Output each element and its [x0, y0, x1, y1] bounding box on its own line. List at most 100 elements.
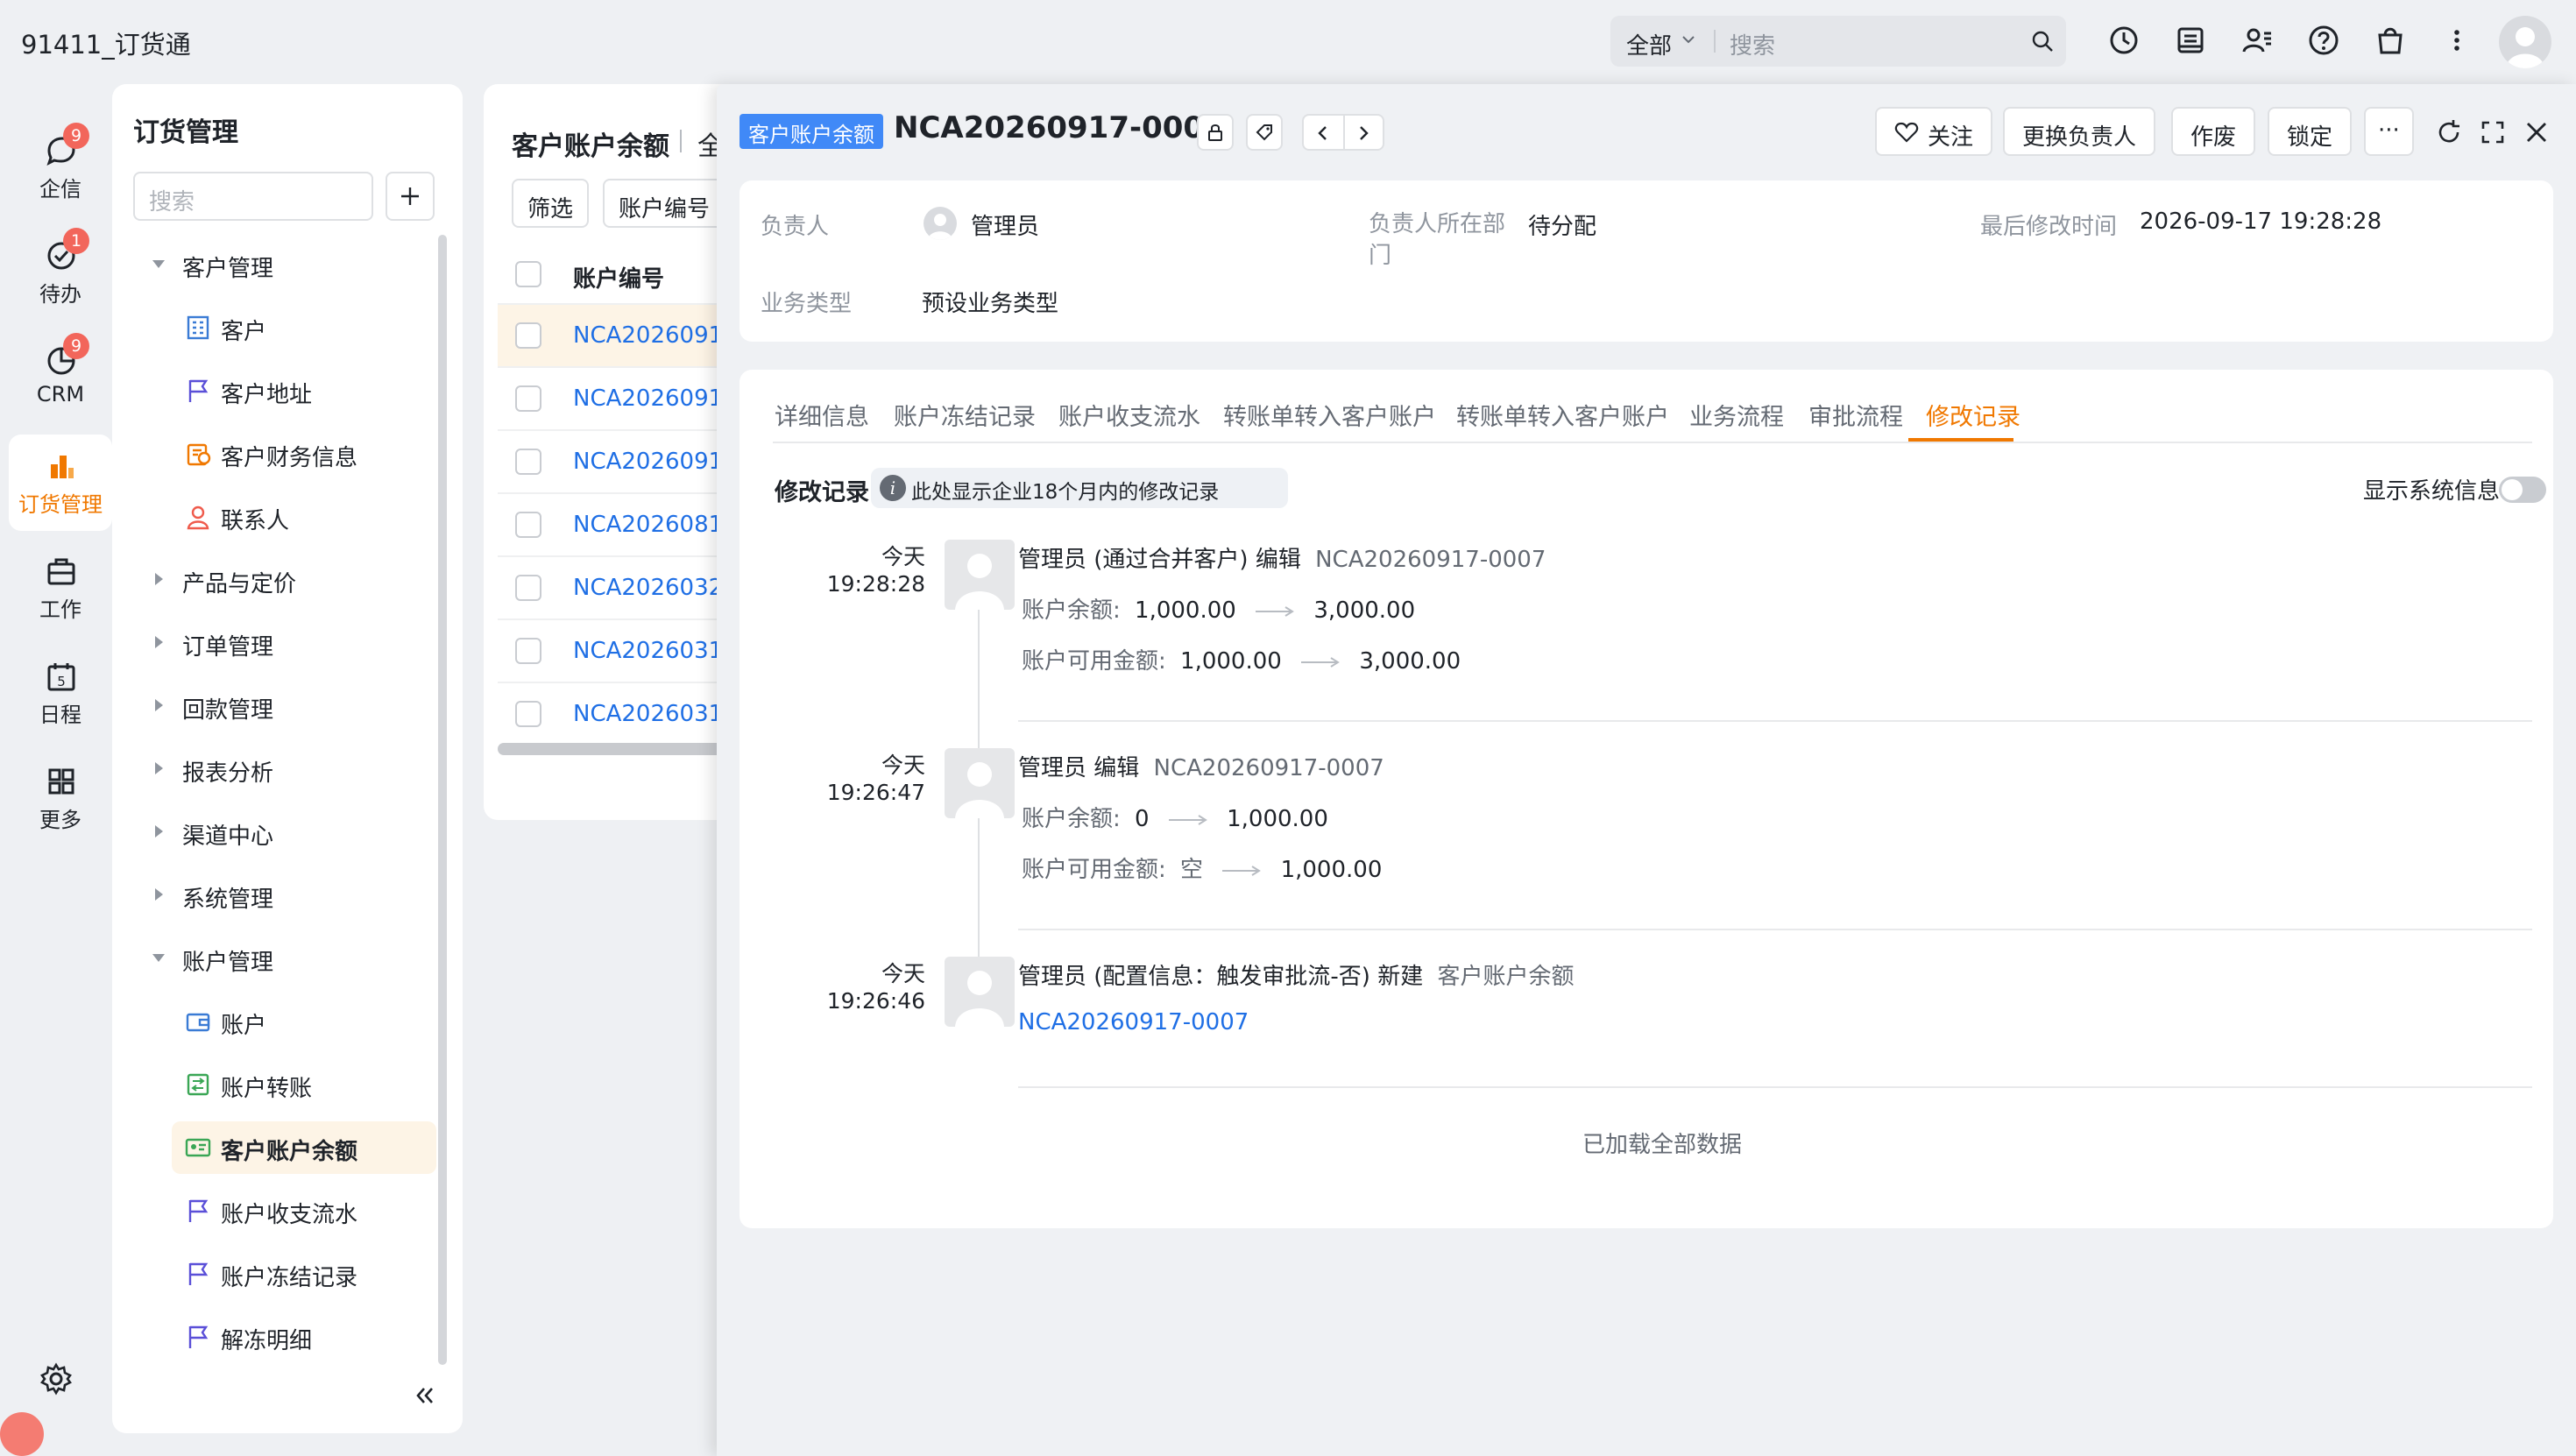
follow-button[interactable]: 关注 — [1875, 107, 1993, 156]
unread-badge: 1 — [63, 228, 89, 254]
record-link[interactable]: NCA20260319 — [573, 638, 738, 664]
row-checkbox[interactable] — [515, 449, 541, 475]
floating-assistant-button[interactable] — [0, 1412, 44, 1456]
rail-item-calendar[interactable]: 5 日程 — [9, 645, 112, 741]
nav-search-input[interactable]: 搜索 — [133, 172, 373, 221]
expand-icon[interactable] — [2478, 117, 2508, 147]
nav-group-system-mgmt[interactable]: 系统管理 — [112, 869, 436, 922]
search-scope-select[interactable]: 全部 — [1626, 28, 1672, 60]
tab-transfer-in-2[interactable]: 转账单转入客户账户 — [1456, 398, 1669, 432]
nav-item-account-freeze[interactable]: 账户冻结记录 — [112, 1247, 436, 1300]
nav-group-channel-center[interactable]: 渠道中心 — [112, 806, 436, 859]
chevron-right-icon[interactable] — [1353, 123, 1374, 144]
owner-value[interactable]: 管理员 — [971, 209, 1039, 241]
avatar[interactable] — [2499, 16, 2551, 68]
tab-change-log[interactable]: 修改记录 — [1926, 398, 2020, 432]
rail-item-more[interactable]: 更多 — [9, 750, 112, 846]
collapse-left-icon[interactable] — [410, 1381, 440, 1410]
nav-item-account[interactable]: 账户 — [112, 995, 436, 1048]
change-field: 账户余额: — [1022, 597, 1121, 624]
table-row[interactable]: NCA20260917 — [498, 366, 747, 429]
row-checkbox[interactable] — [515, 701, 541, 727]
table-row[interactable]: NCA20260319 — [498, 682, 747, 745]
record-link[interactable]: NCA20260917-0007 — [1018, 1009, 1249, 1035]
record-link[interactable]: NCA20260319 — [573, 701, 738, 727]
change-field: 账户可用金额: — [1022, 648, 1166, 675]
table-row[interactable]: NCA20260319 — [498, 618, 747, 682]
row-checkbox[interactable] — [515, 512, 541, 538]
log-actor: 管理员 (通过合并客户) 编辑 — [1018, 547, 1301, 573]
select-all-checkbox[interactable] — [515, 261, 541, 287]
nav-item-customer[interactable]: 客户 — [112, 301, 436, 354]
nav-group-customer-mgmt[interactable]: 客户管理 — [112, 238, 436, 291]
tab-income-expense[interactable]: 账户收支流水 — [1058, 398, 1200, 432]
row-checkbox[interactable] — [515, 575, 541, 601]
filter-button[interactable]: 筛选 — [512, 179, 590, 228]
record-link[interactable]: NCA20260819 — [573, 512, 738, 538]
close-icon[interactable] — [2522, 117, 2551, 147]
lock-button[interactable] — [1197, 114, 1234, 151]
rail-item-todo[interactable]: 1 待办 — [9, 224, 112, 321]
tag-button[interactable] — [1246, 114, 1283, 151]
search-icon[interactable] — [2029, 28, 2056, 54]
bag-icon[interactable] — [2373, 23, 2408, 58]
tab-freeze-records[interactable]: 账户冻结记录 — [894, 398, 1036, 432]
table-row[interactable]: NCA20260917 — [498, 303, 747, 366]
more-actions-button[interactable]: ··· — [2364, 107, 2414, 156]
nav-item-customer-finance[interactable]: 客户财务信息 — [112, 428, 436, 480]
table-row[interactable]: NCA20260327 — [498, 555, 747, 618]
sort-field-button[interactable]: 账户编号 — [603, 179, 726, 228]
nav-item-label: 账户冻结记录 — [221, 1265, 358, 1291]
void-button[interactable]: 作废 — [2171, 107, 2256, 156]
nav-group-account-mgmt[interactable]: 账户管理 — [112, 932, 436, 985]
user-icon — [955, 971, 1004, 1027]
table-row[interactable]: NCA20260819 — [498, 492, 747, 555]
show-system-info-toggle[interactable] — [2499, 477, 2546, 503]
rail-item-work[interactable]: 工作 — [9, 540, 112, 636]
nav-item-customer-account-balance[interactable]: 客户账户余额 — [172, 1121, 436, 1174]
person-icon — [187, 505, 209, 530]
global-search[interactable]: 全部 搜索 — [1610, 16, 2066, 67]
nav-group-order-mgmt[interactable]: 订单管理 — [112, 617, 436, 669]
unread-badge: 9 — [63, 333, 89, 359]
rail-item-order-mgmt[interactable]: 订货管理 — [9, 435, 112, 531]
gear-icon[interactable] — [39, 1361, 74, 1396]
row-checkbox[interactable] — [515, 322, 541, 349]
tab-details[interactable]: 详细信息 — [775, 398, 869, 432]
nav-group-product-pricing[interactable]: 产品与定价 — [112, 554, 436, 606]
inbox-icon[interactable] — [2173, 23, 2208, 58]
nav-scrollbar[interactable] — [438, 235, 447, 1365]
chevron-down-icon[interactable] — [1679, 30, 1698, 49]
nav-item-account-transfer[interactable]: 账户转账 — [112, 1058, 436, 1111]
tab-approval-flow[interactable]: 审批流程 — [1808, 398, 1903, 432]
refresh-icon[interactable] — [2434, 117, 2464, 147]
tab-transfer-in-1[interactable]: 转账单转入客户账户 — [1223, 398, 1436, 432]
lock-record-button[interactable]: 锁定 — [2268, 107, 2353, 156]
contacts-icon[interactable] — [2240, 23, 2275, 58]
row-checkbox[interactable] — [515, 638, 541, 664]
nav-item-account-flow[interactable]: 账户收支流水 — [112, 1184, 436, 1237]
nav-add-button[interactable] — [386, 172, 435, 221]
record-link[interactable]: NCA20260917 — [573, 322, 738, 349]
change-owner-button[interactable]: 更换负责人 — [2003, 107, 2156, 156]
clock-icon[interactable] — [2106, 23, 2141, 58]
column-header[interactable]: 账户编号 — [573, 261, 664, 293]
record-link[interactable]: NCA20260327 — [573, 575, 738, 601]
nav-item-contact[interactable]: 联系人 — [112, 491, 436, 543]
nav-item-customer-address[interactable]: 客户地址 — [112, 364, 436, 417]
more-vertical-icon[interactable] — [2439, 23, 2474, 58]
nav-group-reports[interactable]: 报表分析 — [112, 743, 436, 795]
chevron-left-icon[interactable] — [1313, 123, 1334, 144]
rail-item-chat[interactable]: 9 企信 — [9, 119, 112, 216]
table-row[interactable]: NCA20260917 — [498, 429, 747, 492]
rail-item-crm[interactable]: 9 CRM — [9, 329, 112, 426]
nav-item-unfreeze-detail[interactable]: 解冻明细 — [112, 1311, 436, 1363]
list-horizontal-scrollbar[interactable] — [498, 743, 747, 755]
tab-business-flow[interactable]: 业务流程 — [1689, 398, 1784, 432]
help-icon[interactable] — [2306, 23, 2341, 58]
record-link[interactable]: NCA20260917 — [573, 385, 738, 412]
row-checkbox[interactable] — [515, 385, 541, 412]
search-input[interactable]: 搜索 — [1730, 28, 1775, 60]
nav-group-payment-mgmt[interactable]: 回款管理 — [112, 680, 436, 732]
record-link[interactable]: NCA20260917 — [573, 449, 738, 475]
